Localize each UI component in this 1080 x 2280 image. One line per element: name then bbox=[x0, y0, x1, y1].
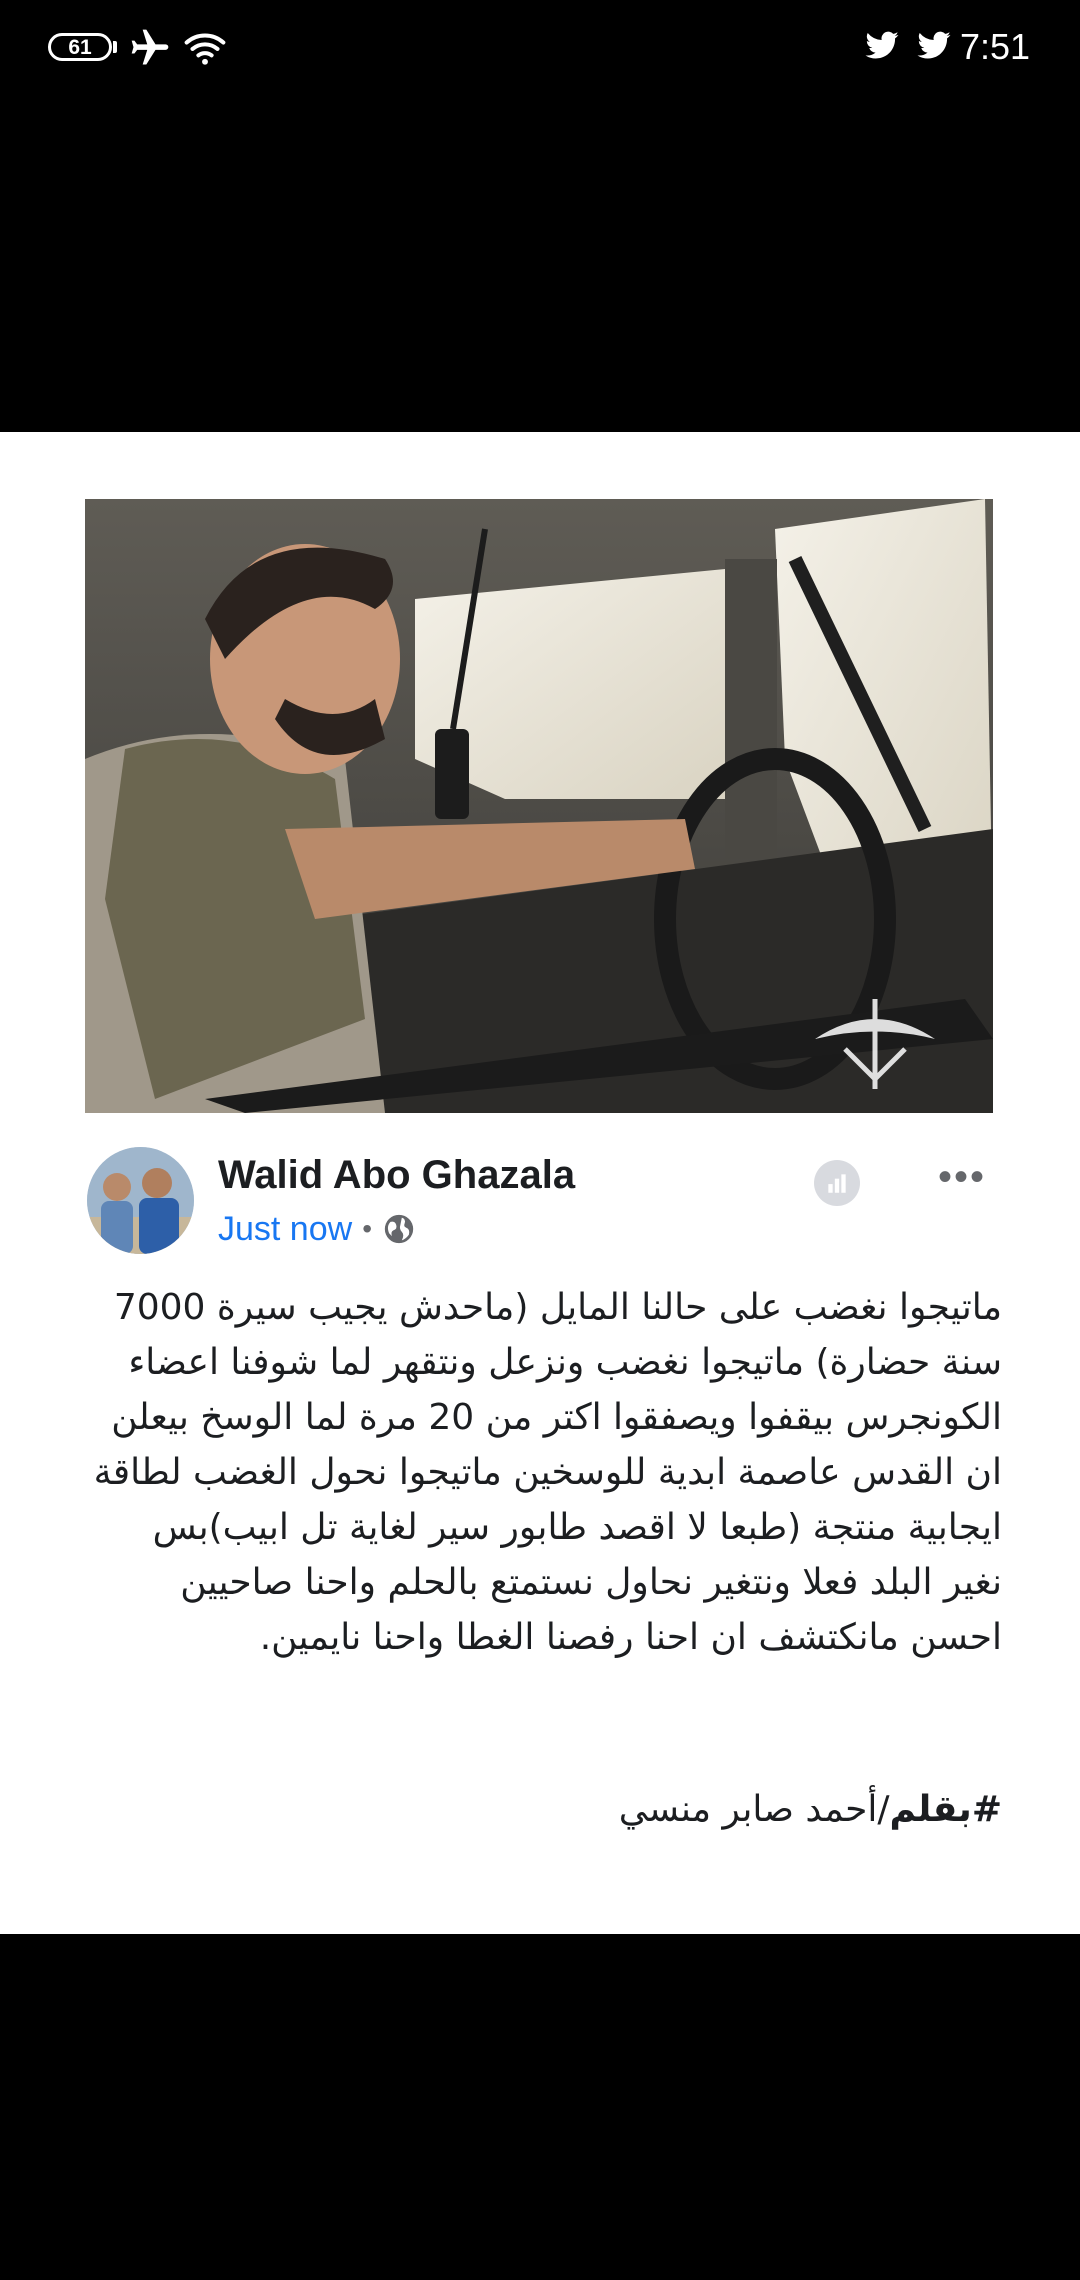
post-header: Walid Abo Ghazala Just now • ••• bbox=[0, 1137, 1080, 1277]
clock: 7:51 bbox=[960, 26, 1031, 67]
author-name[interactable]: Walid Abo Ghazala bbox=[218, 1149, 575, 1201]
meta-separator: • bbox=[362, 1213, 372, 1244]
post-body-text: ماتيجوا نغضب على حالنا المايل (ماحدش يجي… bbox=[93, 1287, 1002, 1658]
twitter-icon bbox=[865, 31, 899, 59]
battery-level: 61 bbox=[68, 35, 92, 59]
battery-icon: 61 bbox=[48, 33, 112, 61]
twitter-icon bbox=[917, 31, 951, 59]
status-bar: 61 7:51 bbox=[0, 0, 1080, 96]
airplane-mode-icon bbox=[131, 29, 169, 65]
globe-icon bbox=[384, 1214, 414, 1244]
post-signature-line: #بقلم/أحمد صابر منسي bbox=[85, 1782, 1002, 1837]
battery-tip bbox=[113, 41, 117, 53]
post-meta: Just now • bbox=[218, 1207, 416, 1251]
avatar[interactable] bbox=[87, 1147, 194, 1254]
insights-icon[interactable] bbox=[814, 1160, 860, 1206]
hashtag-link[interactable]: #بقلم bbox=[889, 1789, 1002, 1830]
post-photo[interactable] bbox=[85, 499, 993, 1113]
post-timestamp[interactable]: Just now bbox=[218, 1207, 352, 1251]
more-options-button[interactable]: ••• bbox=[932, 1155, 992, 1205]
post-card: Walid Abo Ghazala Just now • ••• ماتيجوا… bbox=[0, 432, 1080, 1934]
wifi-icon bbox=[184, 33, 226, 65]
signature-text: /أحمد صابر منسي bbox=[618, 1789, 890, 1830]
